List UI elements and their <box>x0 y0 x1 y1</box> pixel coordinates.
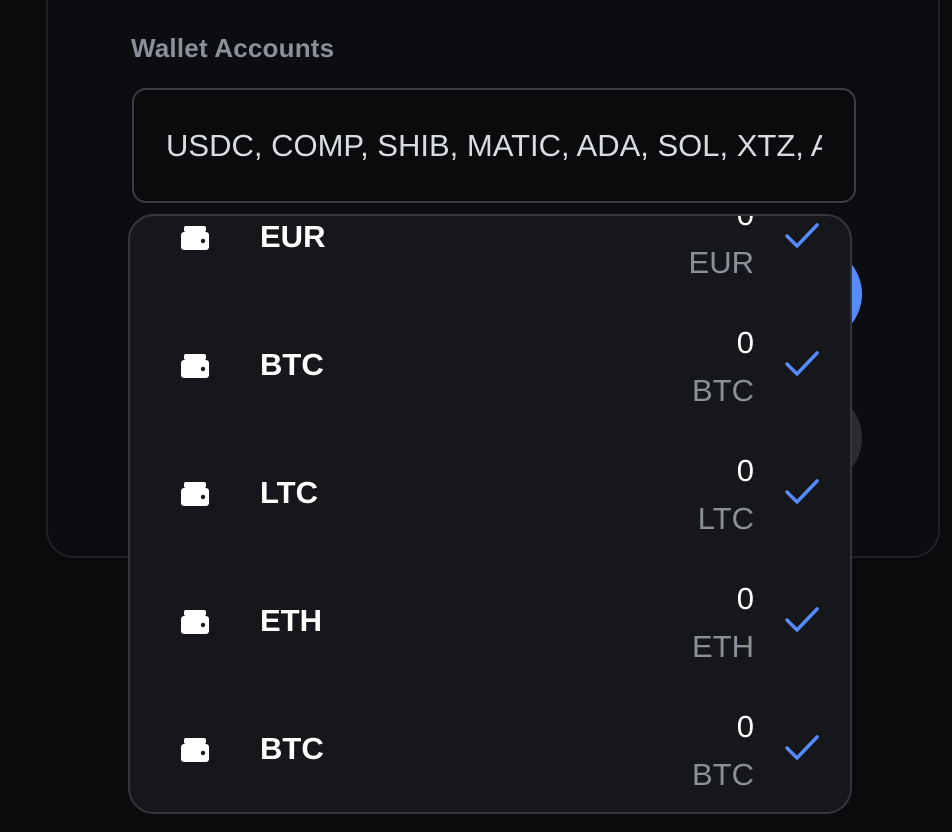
account-balance: 0 <box>736 581 754 616</box>
wallet-accounts-dropdown: EUR 0 EUR BTC 0 BTC LTC 0 LTC ETH 0 ETH … <box>128 214 852 814</box>
account-name: ETH <box>260 603 322 638</box>
wallet-icon <box>181 226 209 250</box>
check-icon <box>785 223 819 248</box>
account-list: EUR 0 EUR BTC 0 BTC LTC 0 LTC ETH 0 ETH … <box>130 214 850 811</box>
account-currency: ETH <box>692 629 754 664</box>
account-option[interactable]: ETH 0 ETH <box>130 555 850 683</box>
check-icon <box>785 351 819 376</box>
wallet-accounts-field[interactable] <box>132 88 856 203</box>
check-icon <box>785 607 819 632</box>
account-currency: BTC <box>692 373 754 408</box>
wallet-icon <box>181 482 209 506</box>
account-option[interactable]: LTC 0 LTC <box>130 427 850 555</box>
account-option[interactable]: BTC 0 BTC <box>130 299 850 427</box>
account-currency: LTC <box>697 501 754 536</box>
wallet-icon <box>181 610 209 634</box>
account-name: BTC <box>260 731 324 766</box>
account-name: BTC <box>260 347 324 382</box>
account-name: EUR <box>260 219 326 254</box>
account-balance: 0 <box>736 325 754 360</box>
account-currency: EUR <box>688 245 754 280</box>
screen: Wallet Accounts EUR 0 EUR <box>0 0 952 832</box>
account-option[interactable]: BTC 0 BTC <box>130 683 850 811</box>
account-balance: 0 <box>736 453 754 488</box>
wallet-accounts-input[interactable] <box>134 90 854 201</box>
account-currency: BTC <box>692 757 754 792</box>
account-name: LTC <box>260 475 318 510</box>
account-balance: 0 <box>736 709 754 744</box>
wallet-icon <box>181 738 209 762</box>
wallet-icon <box>181 354 209 378</box>
account-balance: 0 <box>736 214 754 232</box>
check-icon <box>785 735 819 760</box>
check-icon <box>785 479 819 504</box>
wallet-accounts-label: Wallet Accounts <box>131 33 335 63</box>
account-option[interactable]: EUR 0 EUR <box>130 214 850 299</box>
